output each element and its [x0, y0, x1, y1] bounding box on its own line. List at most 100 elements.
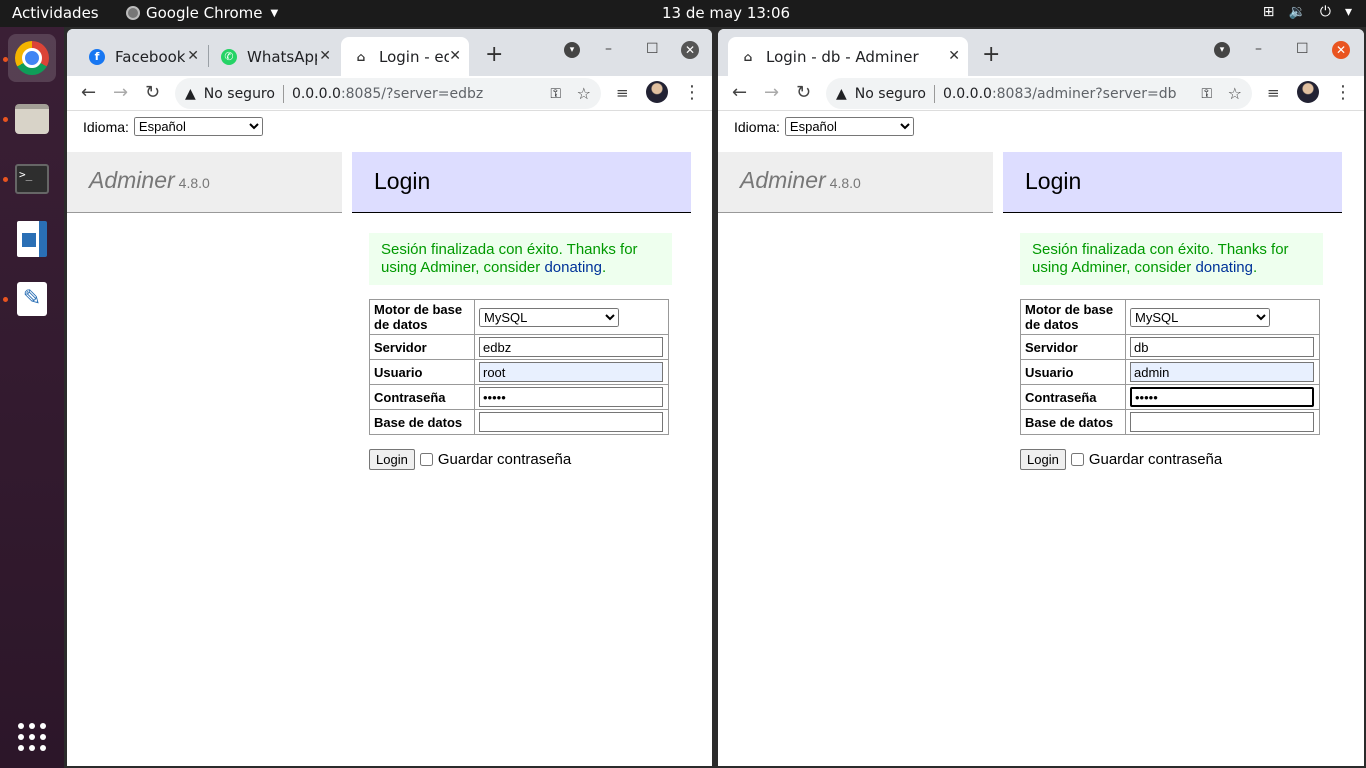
warning-icon: ▲: [185, 85, 196, 102]
database-label: Base de datos: [1020, 409, 1126, 435]
login-actions: Login Guardar contraseña: [369, 449, 691, 470]
tab-adminer-active[interactable]: ⌂ Login - db - Adminer ✕: [728, 37, 968, 76]
close-tab-icon[interactable]: ✕: [948, 48, 960, 64]
close-tab-icon[interactable]: ✕: [319, 48, 331, 64]
remember-checkbox[interactable]: [1070, 453, 1084, 466]
volume-icon[interactable]: 🔉: [1288, 4, 1305, 20]
login-form: Motor de base de datos MySQL Servidor Us…: [1020, 299, 1320, 435]
address-bar[interactable]: ▲ No seguro 0.0.0.0:8085/?server=edbz ⚿ …: [175, 78, 601, 109]
new-tab-icon[interactable]: +: [485, 42, 503, 67]
reload-icon[interactable]: ↻: [796, 82, 811, 103]
tab-strip: ⌂ Login - db - Adminer ✕ + ▾ – ☐ ✕: [718, 29, 1364, 76]
username-label: Usuario: [369, 359, 475, 385]
key-icon[interactable]: ⚿: [550, 86, 561, 102]
writer-icon: [17, 221, 47, 257]
close-window-icon[interactable]: ✕: [681, 41, 699, 59]
tab-strip: f Facebook ✕ ✆ WhatsApp ✕ ⌂ Login - ed ✕…: [67, 29, 712, 76]
files-icon: [15, 104, 49, 134]
database-input[interactable]: [1130, 412, 1314, 432]
system-select[interactable]: MySQL: [479, 307, 619, 327]
dock-text-editor[interactable]: ✎: [8, 275, 56, 323]
dock-writer[interactable]: [8, 215, 56, 263]
url-path: :8083/adminer?server=db: [991, 85, 1177, 102]
dock-chrome[interactable]: [8, 34, 56, 82]
system-tray[interactable]: ⊞ 🔉 ⏻ ▾: [1263, 4, 1352, 20]
maximize-icon[interactable]: ☐: [1296, 41, 1309, 57]
database-input[interactable]: [479, 412, 663, 432]
avatar[interactable]: [1297, 81, 1319, 103]
app-menu[interactable]: Google Chrome ▼: [126, 4, 278, 22]
forward-icon[interactable]: →: [764, 82, 779, 103]
tab-label: Login - ed: [379, 47, 449, 66]
apps-grid-icon: [18, 723, 46, 751]
password-input[interactable]: [479, 387, 663, 407]
server-label: Servidor: [369, 334, 475, 360]
username-input[interactable]: [479, 362, 663, 382]
browser-window-2: ⌂ Login - db - Adminer ✕ + ▾ – ☐ ✕ ← → ↻…: [718, 29, 1364, 766]
tab-search-icon[interactable]: ▾: [564, 42, 580, 58]
close-tab-icon[interactable]: ✕: [449, 48, 461, 64]
remember-checkbox[interactable]: [419, 453, 433, 466]
login-button[interactable]: Login: [1020, 449, 1066, 470]
minimize-icon[interactable]: –: [1255, 41, 1262, 57]
language-select[interactable]: Español: [784, 117, 914, 136]
login-panel: Login Sesión finalizada con éxito. Thank…: [352, 152, 691, 470]
server-input[interactable]: [1130, 337, 1314, 357]
power-icon[interactable]: ⏻: [1320, 4, 1331, 20]
donating-link[interactable]: donating: [544, 259, 602, 276]
remember-label[interactable]: Guardar contraseña: [1089, 451, 1222, 468]
adminer-logo[interactable]: Adminer 4.8.0: [89, 167, 210, 194]
password-label: Contraseña: [369, 384, 475, 410]
forward-icon[interactable]: →: [113, 82, 128, 103]
tab-search-icon[interactable]: ▾: [1214, 42, 1230, 58]
address-bar[interactable]: ▲ No seguro 0.0.0.0:8083/adminer?server=…: [826, 78, 1252, 109]
donating-link[interactable]: donating: [1195, 259, 1253, 276]
message-end: .: [602, 259, 607, 276]
security-label[interactable]: No seguro: [204, 86, 275, 102]
clock[interactable]: 13 de may 13:06: [662, 4, 790, 22]
status-message: Sesión finalizada con éxito. Thanks for …: [369, 233, 672, 285]
browser-toolbar: ← → ↻ ▲ No seguro 0.0.0.0:8083/adminer?s…: [718, 76, 1364, 111]
server-input[interactable]: [479, 337, 663, 357]
menu-kebab-icon[interactable]: ⋮: [1334, 82, 1352, 103]
activities-button[interactable]: Actividades: [12, 4, 99, 22]
menu-kebab-icon[interactable]: ⋮: [683, 82, 701, 103]
login-button[interactable]: Login: [369, 449, 415, 470]
tab-whatsapp[interactable]: ✆ WhatsApp ✕: [209, 37, 339, 76]
close-tab-icon[interactable]: ✕: [187, 48, 199, 64]
dock-files[interactable]: [8, 95, 56, 143]
tab-facebook[interactable]: f Facebook ✕: [77, 37, 207, 76]
avatar[interactable]: [646, 81, 668, 103]
dock-terminal[interactable]: >_: [8, 155, 56, 203]
server-label: Servidor: [1020, 334, 1126, 360]
browser-toolbar: ← → ↻ ▲ No seguro 0.0.0.0:8085/?server=e…: [67, 76, 712, 111]
page-title: Login: [352, 152, 691, 213]
network-icon[interactable]: ⊞: [1263, 4, 1275, 20]
message-end: .: [1253, 259, 1258, 276]
system-select[interactable]: MySQL: [1130, 307, 1270, 327]
star-icon[interactable]: ☆: [577, 84, 591, 103]
language-select[interactable]: Español: [133, 117, 263, 136]
tab-adminer-active[interactable]: ⌂ Login - ed ✕: [341, 37, 469, 76]
security-label[interactable]: No seguro: [855, 86, 926, 102]
password-input[interactable]: [1130, 387, 1314, 407]
reload-icon[interactable]: ↻: [145, 82, 160, 103]
media-control-icon[interactable]: ≡: [1267, 84, 1280, 102]
close-window-icon[interactable]: ✕: [1332, 41, 1350, 59]
language-selector: Idioma: Español: [83, 117, 263, 136]
adminer-logo[interactable]: Adminer 4.8.0: [740, 167, 861, 194]
back-icon[interactable]: ←: [81, 82, 96, 103]
media-control-icon[interactable]: ≡: [616, 84, 629, 102]
new-tab-icon[interactable]: +: [982, 42, 1000, 67]
show-applications-button[interactable]: [8, 713, 56, 761]
minimize-icon[interactable]: –: [605, 41, 612, 57]
star-icon[interactable]: ☆: [1228, 84, 1242, 103]
key-icon[interactable]: ⚿: [1201, 86, 1212, 102]
page-title: Login: [1003, 152, 1342, 213]
remember-label[interactable]: Guardar contraseña: [438, 451, 571, 468]
database-label: Base de datos: [369, 409, 475, 435]
chevron-down-icon[interactable]: ▾: [1345, 4, 1352, 20]
username-input[interactable]: [1130, 362, 1314, 382]
back-icon[interactable]: ←: [732, 82, 747, 103]
maximize-icon[interactable]: ☐: [646, 41, 659, 57]
